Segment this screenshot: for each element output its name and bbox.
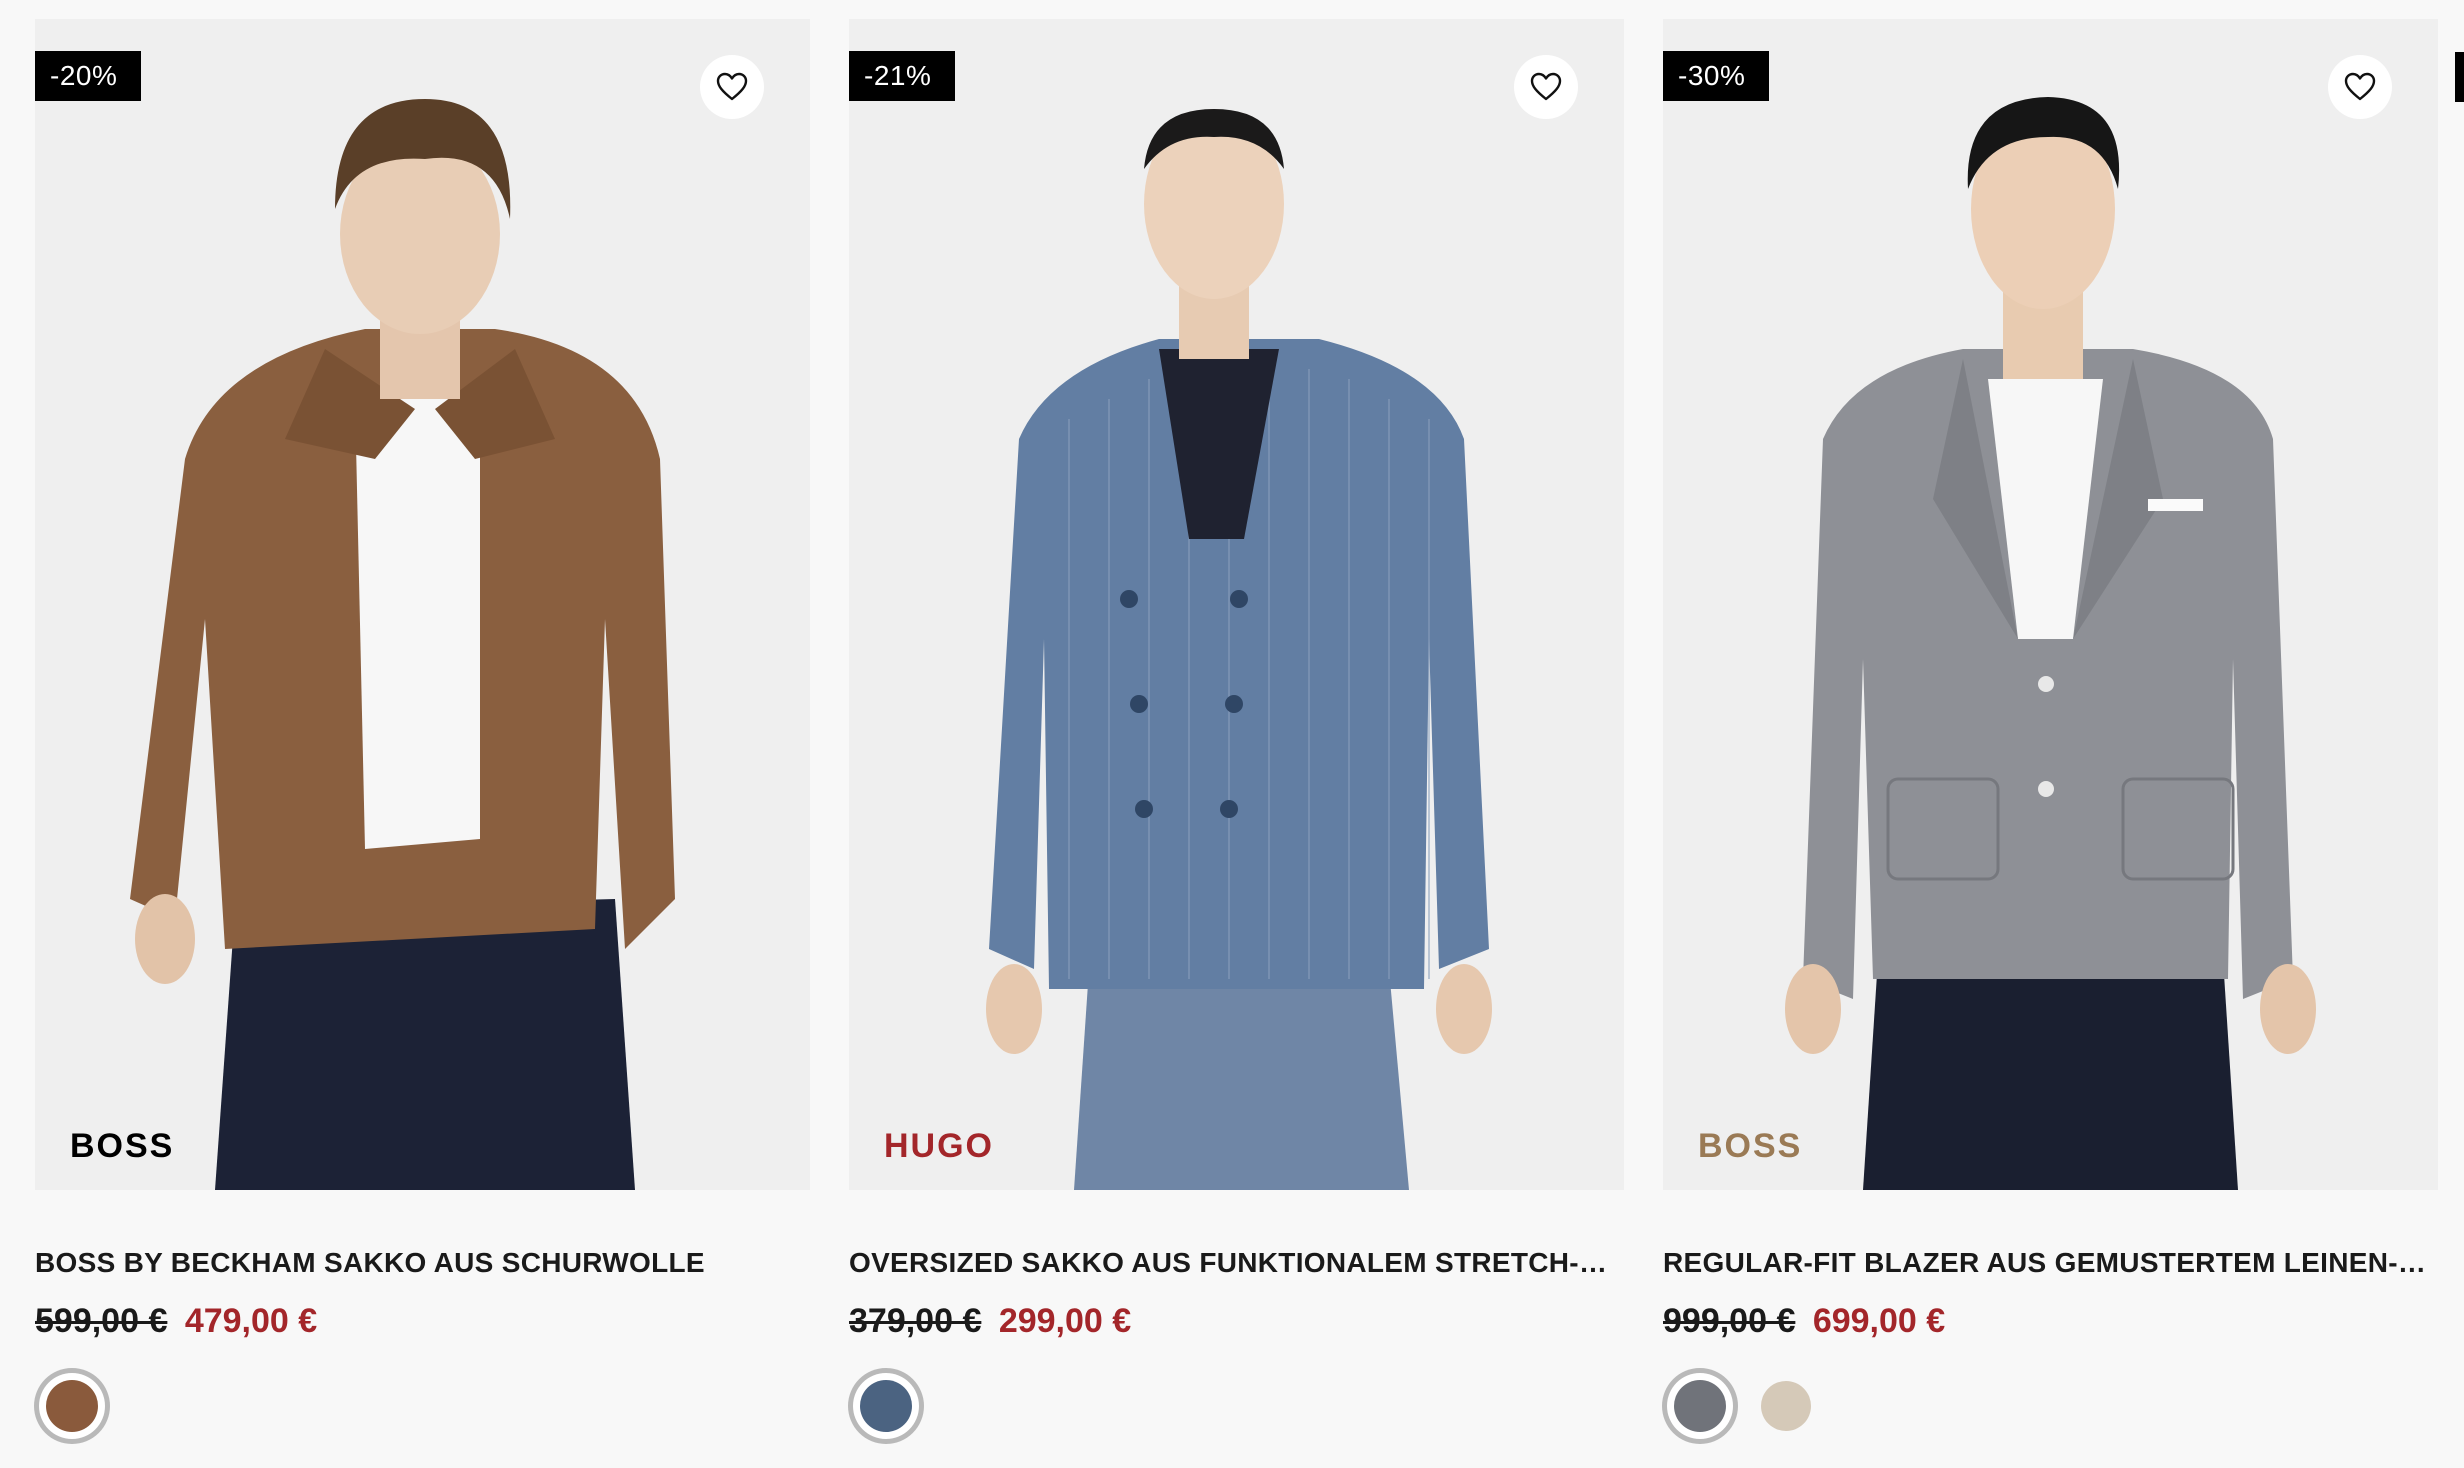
product-card[interactable]: -20% BOSS BOSS BY BECKHAM SAKKO AUS SCHU… (35, 19, 810, 1468)
price-row: 999,00 € 699,00 € (1663, 1302, 1945, 1341)
heart-outline-icon (1530, 72, 1562, 101)
heart-outline-icon (2344, 72, 2376, 101)
wishlist-button[interactable] (1514, 55, 1578, 119)
price-row: 379,00 € 299,00 € (849, 1302, 1131, 1341)
original-price: 599,00 € (35, 1302, 168, 1340)
product-title[interactable]: BOSS BY BECKHAM SAKKO AUS SCHURWOLLE (35, 1247, 810, 1279)
original-price: 379,00 € (849, 1302, 982, 1340)
product-image[interactable]: -30% BOSS (1663, 19, 2438, 1190)
sale-price: 479,00 € (184, 1302, 318, 1340)
discount-badge: -30% (1663, 51, 1770, 101)
product-grid: -20% BOSS BOSS BY BECKHAM SAKKO AUS SCHU… (0, 0, 2464, 1468)
wishlist-button[interactable] (700, 55, 764, 119)
product-card[interactable]: -30% BOSS REGULAR-FIT BLAZER AUS GEMUSTE… (1663, 19, 2438, 1468)
product-image[interactable]: -21% HUGO (849, 19, 1624, 1190)
color-swatch-brown[interactable] (46, 1380, 98, 1432)
color-swatches (35, 1369, 109, 1443)
heart-outline-icon (716, 72, 748, 101)
price-row: 599,00 € 479,00 € (35, 1302, 317, 1341)
color-swatch-blue[interactable] (860, 1380, 912, 1432)
next-card-badge-edge (2455, 52, 2464, 102)
product-title[interactable]: OVERSIZED SAKKO AUS FUNKTIONALEM STRETCH… (849, 1247, 1624, 1279)
model-photo-brown-jacket (35, 19, 810, 1190)
model-photo-grey-blazer (1663, 19, 2438, 1190)
brand-label: HUGO (884, 1127, 994, 1165)
product-image[interactable]: -20% BOSS (35, 19, 810, 1190)
color-swatch-grey[interactable] (1674, 1380, 1726, 1432)
color-swatch-beige[interactable] (1761, 1381, 1811, 1431)
color-swatches (1663, 1369, 1811, 1443)
brand-label: BOSS (1698, 1127, 1803, 1165)
sale-price: 699,00 € (1812, 1302, 1946, 1340)
product-title[interactable]: REGULAR-FIT BLAZER AUS GEMUSTERTEM LEINE… (1663, 1247, 2438, 1279)
discount-badge: -21% (849, 51, 956, 101)
wishlist-button[interactable] (2328, 55, 2392, 119)
product-card[interactable]: -21% HUGO OVERSIZED SAKKO AUS FUNKTIONAL… (849, 19, 1624, 1468)
model-photo-blue-suit (849, 19, 1624, 1190)
brand-label: BOSS (70, 1127, 175, 1165)
color-swatches (849, 1369, 923, 1443)
sale-price: 299,00 € (998, 1302, 1132, 1340)
original-price: 999,00 € (1663, 1302, 1796, 1340)
discount-badge: -20% (35, 51, 142, 101)
